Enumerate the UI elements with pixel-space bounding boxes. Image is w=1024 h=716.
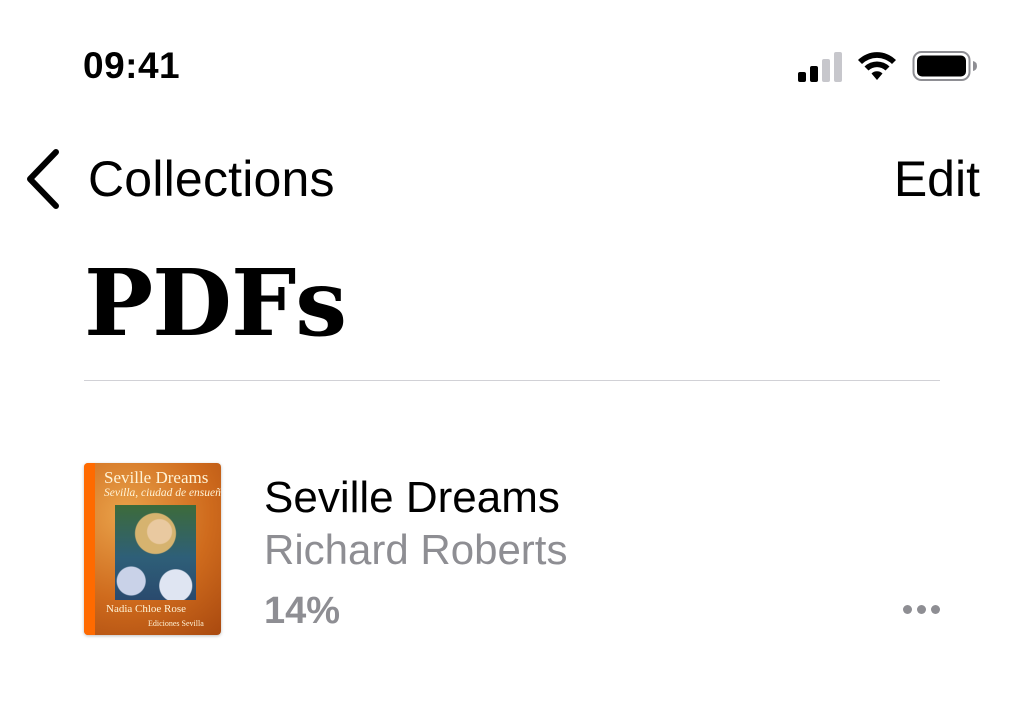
list-item[interactable]: Seville Dreams Sevilla, ciudad de ensueñ… <box>84 463 940 635</box>
book-title: Seville Dreams <box>264 473 560 522</box>
cover-publisher: Ediciones Sevilla <box>148 619 204 628</box>
status-time: 09:41 <box>83 45 181 86</box>
edit-button[interactable]: Edit <box>894 146 980 212</box>
cover-subtitle: Sevilla, ciudad de ensueño <box>104 487 221 499</box>
cover-spine <box>84 463 95 635</box>
more-icon-dot <box>917 605 926 614</box>
status-icons <box>798 48 978 84</box>
page-title: PDFs <box>84 249 347 357</box>
book-author: Richard Roberts <box>264 526 568 573</box>
cellular-signal-icon <box>798 50 842 82</box>
back-button[interactable]: Collections <box>22 146 335 212</box>
screen: 09:41 Collections Edit PDFs Seville Drea… <box>0 0 1024 716</box>
book-cover[interactable]: Seville Dreams Sevilla, ciudad de ensueñ… <box>84 463 221 635</box>
back-button-label: Collections <box>88 151 335 207</box>
more-icon-dot <box>903 605 912 614</box>
wifi-icon <box>858 52 896 80</box>
more-icon-dot <box>931 605 940 614</box>
divider <box>84 380 940 381</box>
cover-title: Seville Dreams <box>104 468 209 487</box>
battery-icon <box>912 51 977 81</box>
cover-author: Nadia Chloe Rose <box>106 603 187 615</box>
book-progress: 14% <box>264 590 341 632</box>
more-options-button[interactable] <box>903 601 940 618</box>
chevron-left-icon <box>27 149 59 209</box>
cover-photo <box>115 505 196 600</box>
